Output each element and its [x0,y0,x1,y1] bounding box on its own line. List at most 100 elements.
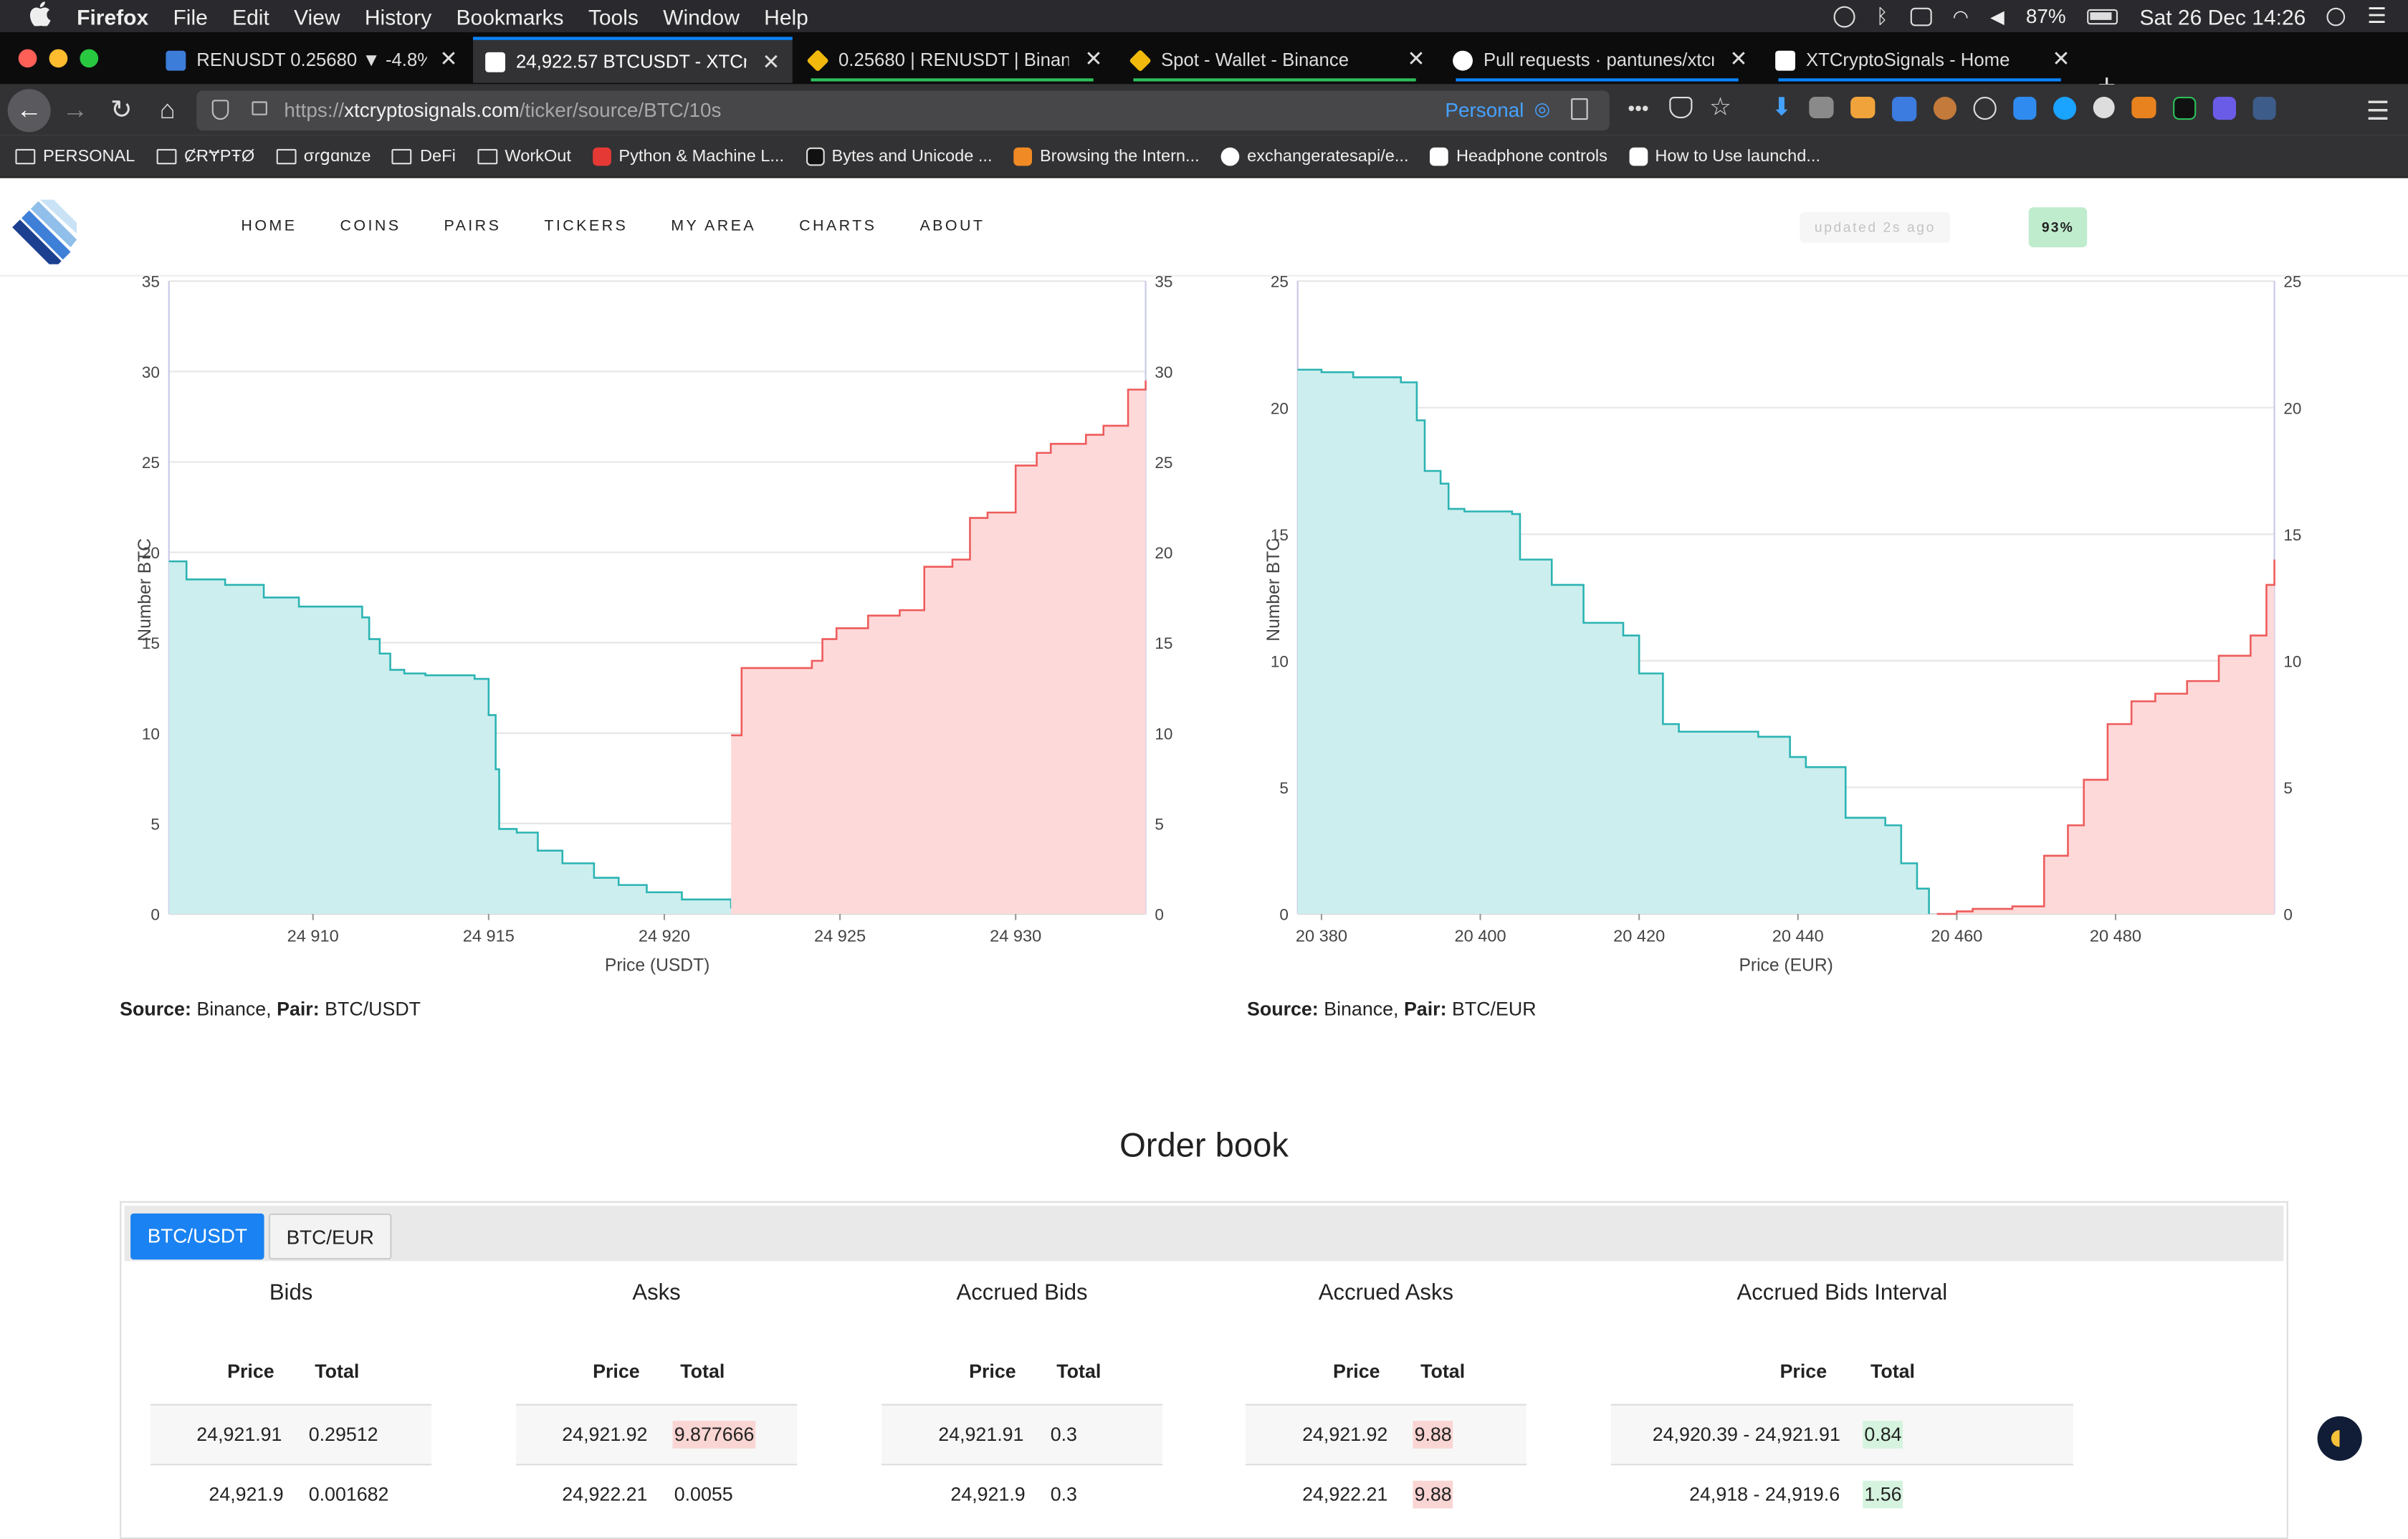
extension-icon[interactable] [1973,97,1997,120]
menu-edit[interactable]: Edit [232,4,269,28]
translate-extension-icon[interactable] [1891,97,1916,122]
address-bar[interactable]: https://xtcryptosignals.com/ticker/sourc… [196,90,1610,131]
y-tick-label-right: 35 [1155,273,1172,291]
home-icon[interactable]: ⌂ [149,94,186,128]
nav-home[interactable]: HOME [241,218,297,235]
nav-charts[interactable]: CHARTS [799,218,876,235]
apple-menu-icon[interactable] [28,1,52,31]
close-tab-icon[interactable]: ✕ [2052,46,2070,72]
tab-spot-wallet-binance[interactable]: Spot - Wallet - Binance ✕ [1118,37,1438,82]
url-text[interactable]: https://xtcryptosignals.com/ticker/sourc… [284,98,721,121]
close-tab-icon[interactable]: ✕ [1084,46,1102,72]
close-tab-icon[interactable]: ✕ [1407,46,1425,72]
order-book-tabs: BTC/USDT BTC/EUR [124,1206,2284,1262]
clock[interactable]: Sat 26 Dec 14:26 [2140,4,2306,28]
tab-pull-requests-github[interactable]: Pull requests · pantunes/xtcryp ✕ [1440,37,1760,82]
extension-icon[interactable] [2053,97,2076,120]
tab-renusdt-binance[interactable]: 0.25680 | RENUSDT | Binance ✕ [796,37,1115,82]
extension-icon[interactable] [2012,97,2036,120]
tab-favicon-icon [166,49,186,70]
nav-coins[interactable]: COINS [340,218,401,235]
nav-my-area[interactable]: MY AREA [671,218,756,235]
forward-arrow-icon[interactable]: → [57,94,93,128]
menu-bookmarks[interactable]: Bookmarks [456,4,563,28]
battery-icon[interactable] [2087,8,2118,24]
cell-total: 0.3 [1050,1424,1077,1446]
bookmark-folder-personal[interactable]: PERSONAL [15,147,135,165]
y-tick-label-right: 15 [1155,634,1172,652]
close-tab-icon[interactable]: ✕ [1729,46,1747,72]
tab-btcusdt-xtcrypto[interactable]: 24,922.57 BTCUSDT - XTCrypt ✕ [473,37,793,83]
col-header-total: Total [315,1361,360,1383]
bookmark-launchd[interactable]: How to Use launchd... [1628,146,1820,166]
menu-help[interactable]: Help [764,4,808,28]
wifi-icon[interactable]: ◠ [1953,6,1969,27]
back-arrow-icon[interactable]: ← [7,89,51,133]
bookmark-folder-workout[interactable]: WorkOut [477,147,571,165]
menu-tools[interactable]: Tools [588,4,639,28]
tab-favicon-icon [485,51,505,72]
bookmark-exchangeratesapi[interactable]: exchangeratesapi/e... [1220,146,1409,166]
bookmark-star-icon[interactable]: ☆ [1709,96,1731,121]
reload-icon[interactable]: ↻ [103,94,140,128]
bookmark-folder-defi[interactable]: DeFi [392,147,456,165]
zoom-window-button[interactable] [80,49,99,68]
x-tick-label: 20 460 [1931,927,1982,945]
bookmark-folder-crypto[interactable]: ȻɌɎPŦØ [156,147,254,165]
metamask-extension-icon[interactable] [2131,97,2156,118]
bookmark-browsing-internet[interactable]: Browsing the Intern... [1013,146,1200,166]
extension-icon[interactable] [1808,97,1834,118]
menu-view[interactable]: View [294,4,340,28]
airplay-icon[interactable] [1909,6,1931,26]
bookmark-bytes-unicode[interactable]: Bytes and Unicode ... [806,146,993,166]
hamburger-menu-icon[interactable]: ☰ [2366,97,2390,128]
y-tick-label-right: 15 [2283,526,2301,544]
tab-btc-eur[interactable]: BTC/EUR [269,1213,392,1260]
tracking-shield-icon[interactable] [211,100,229,120]
menu-window[interactable]: Window [663,4,740,28]
bookmark-headphone-controls[interactable]: Headphone controls [1430,146,1607,166]
onepassword-icon[interactable] [1833,5,1855,27]
close-tab-icon[interactable]: ✕ [762,49,780,75]
extension-icon[interactable] [2252,97,2276,120]
y-tick-label-right: 25 [2283,273,2301,291]
nav-about[interactable]: ABOUT [919,218,985,235]
caption-pair-label: Pair: [277,998,320,1020]
control-center-icon[interactable]: ☰ [2367,3,2386,29]
nav-pairs[interactable]: PAIRS [444,218,501,235]
spotlight-search-icon[interactable] [2327,6,2346,26]
close-tab-icon[interactable]: ✕ [439,46,457,72]
bookmark-python-ml[interactable]: Python & Machine L... [592,146,784,166]
bookmark-favicon-icon [592,146,611,166]
container-label[interactable]: Personal [1445,98,1524,121]
volume-icon[interactable]: ◀ [1990,6,2005,27]
close-window-button[interactable] [18,49,37,68]
cell-total: 0.3 [1050,1484,1077,1505]
table-row: 24,921.9 0.001682 [150,1464,432,1524]
tab-btc-usdt[interactable]: BTC/USDT [130,1213,264,1260]
page-actions-icon[interactable]: ••• [1628,97,1652,121]
bookmark-folder-organize[interactable]: σɾցɑnɩze [276,146,371,166]
menu-app-firefox[interactable]: Firefox [77,4,148,28]
extension-icon[interactable] [2212,97,2236,120]
folder-icon [477,148,497,164]
depth-chart-svg: 0 05 510 1015 1520 2025 2530 3035 3524 910 24 915… [135,273,1172,976]
downloads-icon[interactable]: ⬇ [1771,96,1792,121]
reader-view-icon[interactable] [1571,98,1588,120]
menu-file[interactable]: File [173,4,207,28]
minimize-window-button[interactable] [49,49,68,68]
lock-icon[interactable] [252,101,267,115]
pocket-icon[interactable] [1669,97,1693,118]
tab-renusdt-un[interactable]: RENUSDT 0.25680 ▼ -4.8% Un ✕ [153,37,469,82]
bluetooth-icon[interactable]: ᛒ [1876,4,1888,27]
nav-tickers[interactable]: TICKERS [544,218,628,235]
extension-icon[interactable] [1850,97,1875,118]
cookie-extension-icon[interactable] [1933,97,1956,120]
x-tick-label: 24 910 [287,927,339,945]
tab-xtcryptosignals-home[interactable]: XTCryptoSignals - Home ✕ [1763,37,2083,82]
extension-icon[interactable] [2172,97,2196,120]
extension-icon[interactable] [2093,97,2115,118]
dark-mode-toggle-button[interactable] [2317,1416,2362,1461]
menu-history[interactable]: History [365,4,431,28]
xtcryptosignals-logo[interactable] [12,199,77,265]
